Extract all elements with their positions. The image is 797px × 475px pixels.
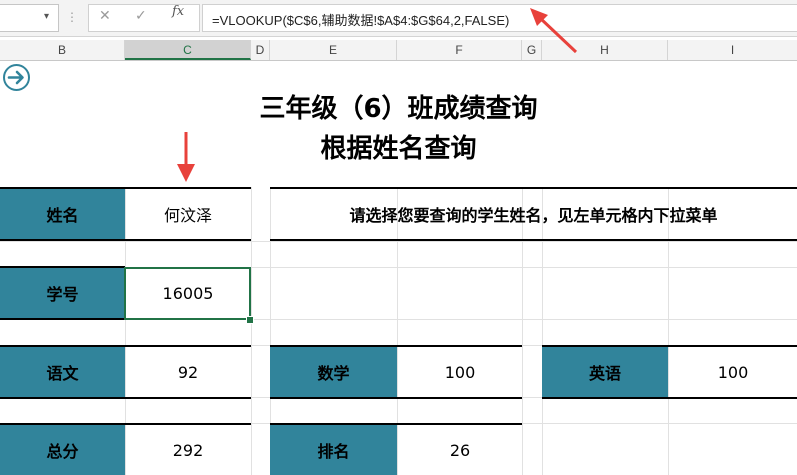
name-select-cell[interactable]: 何汶泽: [126, 189, 250, 239]
active-cell-selection[interactable]: [124, 267, 251, 320]
circle-arrow-right-icon[interactable]: [3, 64, 30, 91]
rank-cell[interactable]: 26: [398, 425, 522, 475]
red-arrow-icon: [530, 8, 578, 54]
fill-handle[interactable]: [246, 316, 254, 324]
total-score-cell[interactable]: 292: [126, 425, 250, 475]
name-box[interactable]: ▾: [0, 4, 59, 32]
column-header-d[interactable]: D: [251, 40, 270, 60]
formula-text[interactable]: =VLOOKUP($C$6,辅助数据!$A$4:$G$64,2,FALSE): [212, 10, 509, 29]
chevron-down-icon[interactable]: ▾: [44, 11, 49, 22]
english-score-cell[interactable]: 100: [669, 347, 797, 397]
formula-input[interactable]: =VLOOKUP($C$6,辅助数据!$A$4:$G$64,2,FALSE): [202, 4, 797, 32]
column-header-i[interactable]: I: [668, 40, 797, 60]
label-rank: 排名: [270, 425, 397, 475]
label-chinese: 语文: [0, 347, 125, 397]
column-header-f[interactable]: F: [397, 40, 522, 60]
worksheet-grid[interactable]: 三年级（6）班成绩查询 根据姓名查询 姓名 何汶泽 请选择您要查询的学生姓名，见…: [0, 61, 797, 475]
red-arrow-icon: [177, 132, 195, 182]
label-total: 总分: [0, 425, 125, 475]
check-icon[interactable]: ✓: [135, 8, 147, 24]
column-header-e[interactable]: E: [270, 40, 397, 60]
label-english: 英语: [542, 347, 668, 397]
hint-text: 请选择您要查询的学生姓名，见左单元格内下拉菜单: [349, 206, 718, 225]
label-math: 数学: [270, 347, 397, 397]
column-header-c[interactable]: C: [125, 40, 251, 60]
fx-icon[interactable]: fx: [172, 4, 184, 19]
sheet-subtitle: 根据姓名查询: [320, 134, 477, 164]
column-header-b[interactable]: B: [0, 40, 125, 60]
formula-bar: ▾ ⋮ ✕ ✓ fx =VLOOKUP($C$6,辅助数据!$A$4:$G$64…: [0, 0, 797, 37]
math-score-cell[interactable]: 100: [398, 347, 522, 397]
title-area[interactable]: 三年级（6）班成绩查询 根据姓名查询: [0, 61, 797, 187]
label-student-id: 学号: [0, 268, 125, 318]
column-header-row: B C D E F G H I: [0, 40, 797, 61]
cancel-icon[interactable]: ✕: [99, 8, 111, 24]
chinese-score-cell[interactable]: 92: [126, 347, 250, 397]
label-name: 姓名: [0, 189, 125, 239]
formula-bar-grip[interactable]: ⋮: [66, 10, 78, 24]
sheet-title: 三年级（6）班成绩查询: [259, 94, 538, 124]
